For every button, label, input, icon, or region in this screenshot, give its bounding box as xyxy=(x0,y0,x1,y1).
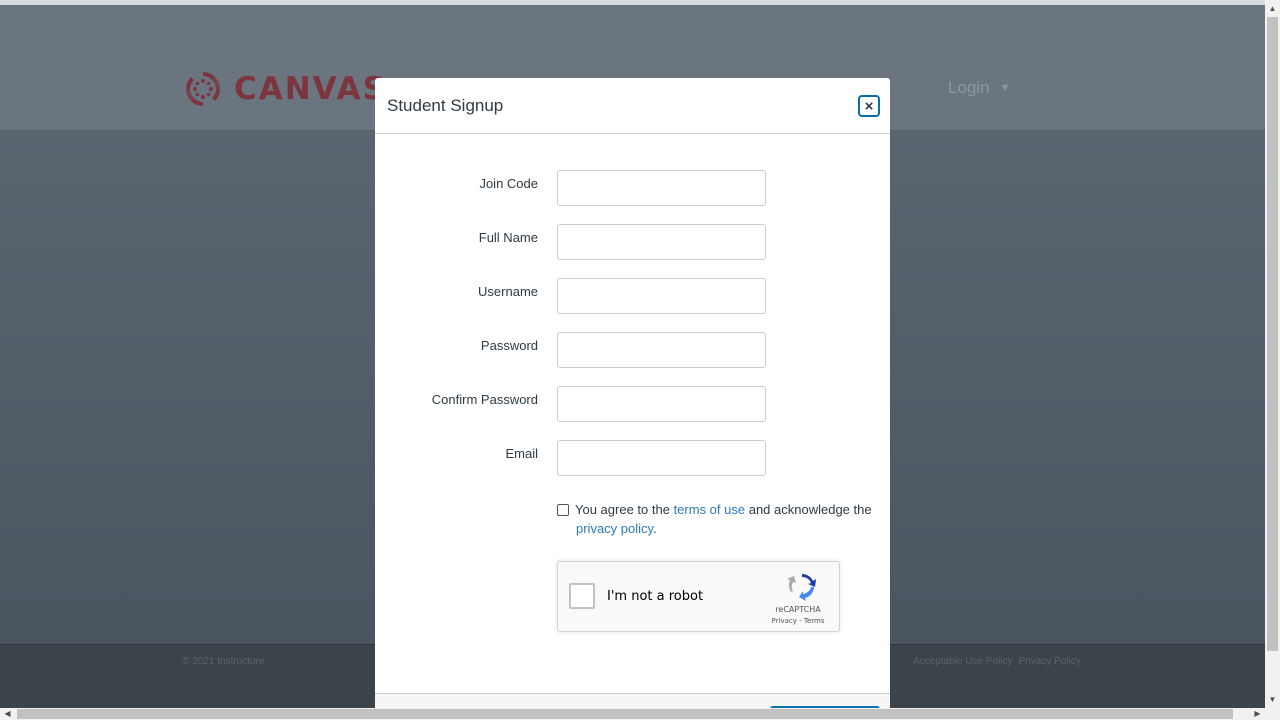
close-button[interactable]: × xyxy=(858,95,880,117)
confirm-password-row: Confirm Password xyxy=(375,386,890,422)
email-input[interactable] xyxy=(557,440,766,476)
copyright-text: © 2021 xyxy=(182,656,215,667)
username-label: Username xyxy=(478,284,538,299)
full-name-input[interactable] xyxy=(557,224,766,260)
privacy-policy-link[interactable]: privacy policy xyxy=(576,521,653,536)
join-code-input[interactable] xyxy=(557,170,766,206)
scroll-down-icon[interactable]: ▼ xyxy=(1265,691,1280,708)
footer-copyright: © 2021 Instructure xyxy=(182,656,264,667)
horizontal-scroll-thumb[interactable] xyxy=(17,709,1233,719)
email-row: Email xyxy=(375,440,890,476)
agree-middle: and acknowledge the xyxy=(748,502,872,517)
scroll-left-icon[interactable]: ◀ xyxy=(0,708,15,720)
dialog-header: Student Signup xyxy=(375,78,890,134)
recaptcha-logo-icon xyxy=(787,573,816,601)
password-row: Password xyxy=(375,332,890,368)
login-label: Login xyxy=(948,78,990,97)
brand-name: CANVAS xyxy=(234,71,387,107)
scroll-right-icon[interactable]: ▶ xyxy=(1250,708,1265,720)
email-label: Email xyxy=(505,446,538,461)
full-name-label: Full Name xyxy=(478,230,538,245)
acceptable-use-link[interactable]: Acceptable Use Policy xyxy=(913,656,1013,667)
vertical-scroll-thumb[interactable] xyxy=(1267,17,1278,651)
username-row: Username xyxy=(375,278,890,314)
student-signup-dialog: Student Signup × Join Code Full Name Use… xyxy=(375,78,890,720)
password-label: Password xyxy=(480,338,538,353)
privacy-policy-footer-link[interactable]: Privacy Policy xyxy=(1019,656,1081,667)
dialog-title: Student Signup xyxy=(387,95,504,115)
recaptcha-checkbox[interactable] xyxy=(569,583,595,609)
recaptcha-brand: reCAPTCHA xyxy=(775,605,821,614)
caret-down-icon: ▼ xyxy=(999,82,1011,94)
close-icon: × xyxy=(864,97,874,115)
confirm-password-input[interactable] xyxy=(557,386,766,422)
canvas-logo-icon xyxy=(186,72,220,106)
join-code-row: Join Code xyxy=(375,170,890,206)
confirm-password-label: Confirm Password xyxy=(431,392,538,407)
recaptcha-label: I'm not a robot xyxy=(607,589,704,604)
login-dropdown[interactable]: Login ▼ xyxy=(948,78,1011,98)
instructure-link[interactable]: Instructure xyxy=(217,656,264,667)
scroll-up-icon[interactable]: ▲ xyxy=(1265,0,1280,17)
footer-links: Acceptable Use Policy Privacy Policy xyxy=(913,656,1081,667)
terms-of-use-link[interactable]: terms of use xyxy=(674,502,746,517)
agree-suffix: . xyxy=(653,521,657,536)
recaptcha-terms-link[interactable]: Privacy - Terms xyxy=(758,617,838,625)
full-name-row: Full Name xyxy=(375,224,890,260)
recaptcha-widget: I'm not a robot reCAPTCHA Privacy - Term… xyxy=(557,561,840,632)
join-code-label: Join Code xyxy=(479,176,538,191)
username-input[interactable] xyxy=(557,278,766,314)
top-border xyxy=(0,0,1265,5)
agree-prefix: You agree to the xyxy=(575,502,670,517)
terms-agreement: You agree to the terms of use and acknow… xyxy=(557,500,877,538)
terms-checkbox[interactable] xyxy=(557,504,569,516)
password-input[interactable] xyxy=(557,332,766,368)
horizontal-scrollbar[interactable]: ◀ ▶ xyxy=(0,708,1280,720)
vertical-scrollbar[interactable]: ▲ ▼ xyxy=(1265,0,1280,708)
canvas-logo[interactable]: CANVAS xyxy=(182,68,387,110)
